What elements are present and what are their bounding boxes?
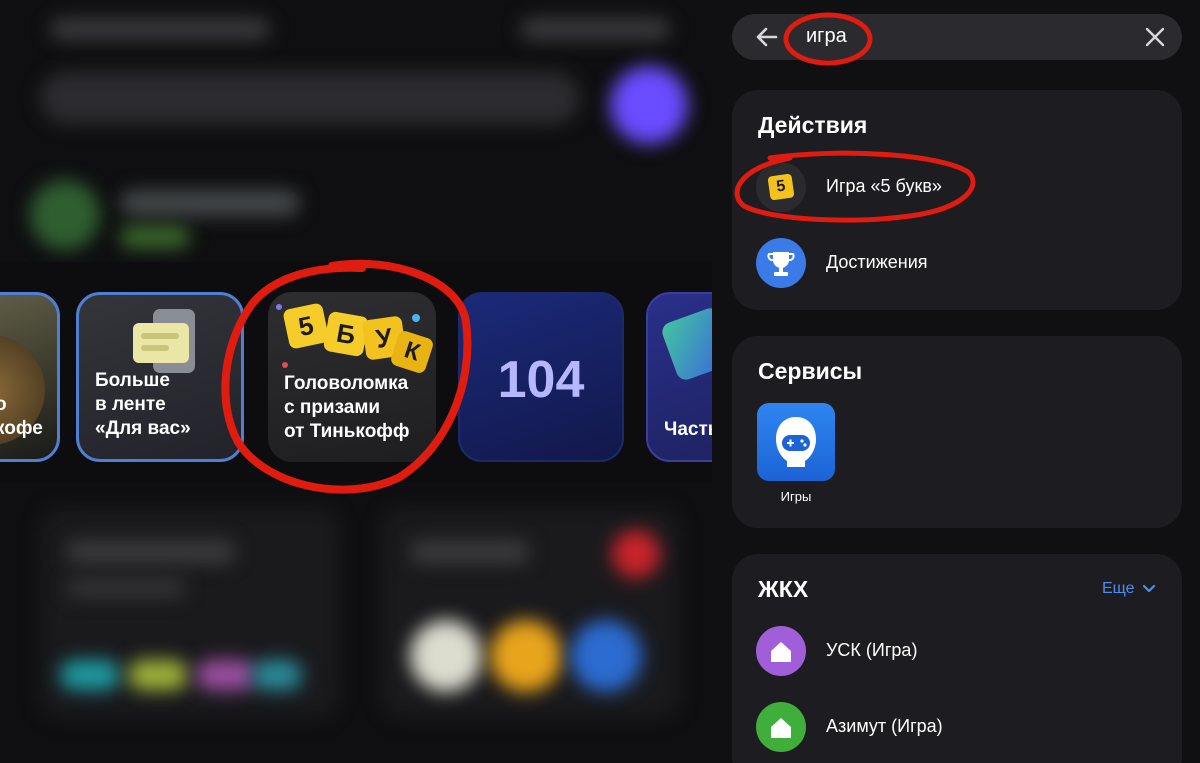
blurred-circle: [570, 620, 642, 692]
search-panel: игра Действия 5 Игра «5 букв» Достижения…: [712, 0, 1200, 763]
story-card-feed[interactable]: Больше в ленте «Для вас»: [76, 292, 244, 462]
story-card-5-letters[interactable]: 5 Б У К Головоломка с призами от Тинькоф…: [268, 292, 436, 462]
dot-decor: [282, 362, 288, 368]
zhkh-item-usk[interactable]: УСК (Игра): [756, 626, 1156, 676]
five-letters-game-icon: 5: [756, 162, 806, 212]
letter-tile: 5: [282, 302, 330, 350]
services-section: Сервисы Игры: [732, 336, 1182, 528]
story-illustration: [659, 305, 712, 383]
house-icon: [756, 626, 806, 676]
story-text: Больше в ленте «Для вас»: [95, 370, 191, 439]
arrow-left-icon[interactable]: [752, 22, 782, 52]
blurred-widget-sub: [120, 226, 190, 248]
blurred-card-text: [66, 578, 186, 598]
story-card-coffee[interactable]: о кофе: [0, 292, 60, 462]
chevron-down-icon: [1142, 584, 1156, 592]
section-title: Действия: [758, 112, 868, 138]
story-number: 104: [497, 351, 585, 409]
zhkh-item-label: Азимут (Игра): [826, 716, 943, 736]
blurred-chip: [196, 660, 256, 690]
app-home-background: о кофе Больше в ленте «Для вас» 5 Б У К: [0, 0, 712, 763]
story-text: о кофе: [0, 394, 43, 439]
dot-decor: [276, 304, 282, 310]
story-text: Часть: [664, 419, 712, 440]
zhkh-section: ЖКХ Еще УСК (Игра) Азимут (Игра): [732, 554, 1182, 763]
blurred-header-text: [50, 18, 270, 40]
blurred-red-dot: [612, 530, 660, 578]
more-button[interactable]: Еще: [1102, 580, 1156, 598]
blurred-header-right: [520, 18, 670, 40]
five-letters-tile: 5: [767, 173, 795, 201]
actions-section: Действия 5 Игра «5 букв» Достижения: [732, 90, 1182, 310]
screen: о кофе Больше в ленте «Для вас» 5 Б У К: [0, 0, 1200, 763]
action-item-label: Достижения: [826, 252, 928, 272]
service-item-label: Игры: [780, 489, 812, 504]
blurred-chip: [128, 660, 188, 690]
blurred-circle: [490, 620, 562, 692]
blurred-card-text: [66, 540, 236, 564]
story-text: Головоломка с призами от Тинькофф: [284, 373, 410, 442]
blurred-avatar: [610, 66, 688, 144]
blurred-circle: [410, 620, 482, 692]
action-item-5-letters[interactable]: 5 Игра «5 букв»: [756, 162, 1156, 212]
blurred-widget-text: [120, 190, 300, 216]
gamepad-face-icon: [757, 403, 835, 481]
action-item-label: Игра «5 букв»: [826, 176, 942, 196]
section-title: ЖКХ: [758, 576, 809, 602]
blurred-green-widget: [30, 180, 100, 250]
service-item-games[interactable]: Игры: [757, 403, 835, 504]
blurred-search-bar: [40, 72, 580, 124]
blurred-chip: [60, 660, 120, 690]
blurred-chip: [252, 660, 302, 690]
letter-tile: Б: [322, 310, 370, 358]
zhkh-item-azimut[interactable]: Азимут (Игра): [756, 702, 1156, 752]
more-label: Еще: [1101, 580, 1135, 597]
story-card-104[interactable]: 104: [458, 292, 624, 462]
search-bar[interactable]: игра: [732, 14, 1182, 60]
close-icon[interactable]: [1142, 24, 1168, 50]
section-title: Сервисы: [758, 358, 863, 384]
trophy-icon: [756, 238, 806, 288]
story-card-part[interactable]: Часть: [646, 292, 712, 462]
action-item-achievements[interactable]: Достижения: [756, 238, 1156, 288]
search-input[interactable]: игра: [806, 25, 847, 48]
blurred-card-text: [410, 540, 530, 564]
house-icon: [756, 702, 806, 752]
zhkh-item-label: УСК (Игра): [826, 640, 918, 660]
dot-decor: [412, 314, 420, 322]
